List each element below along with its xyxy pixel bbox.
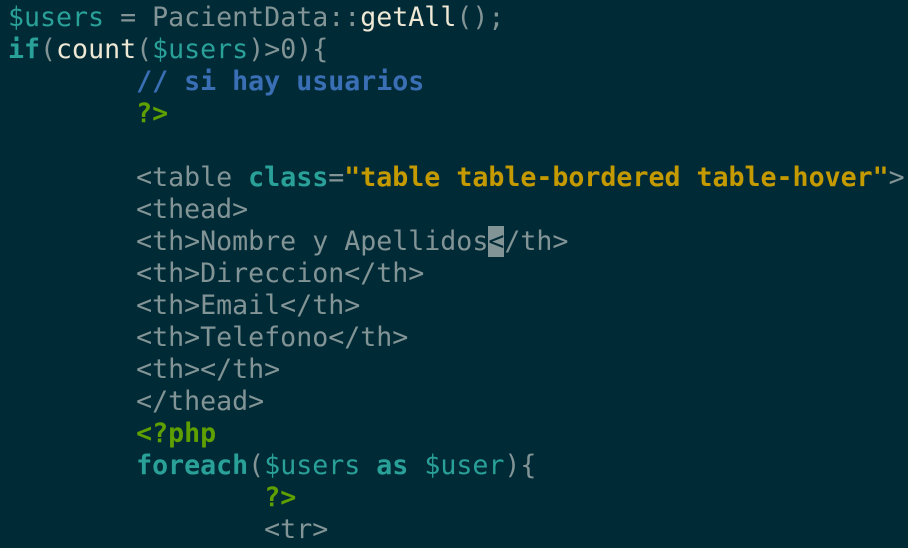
code-token: = PacientData::: [104, 2, 361, 33]
code-line[interactable]: </thead>: [8, 386, 905, 418]
code-token: )>0){: [248, 34, 329, 65]
code-token: as: [376, 450, 409, 481]
code-line[interactable]: // si hay usuarios: [8, 66, 905, 98]
code-line[interactable]: <th>Direccion</th>: [8, 258, 905, 290]
code-line[interactable]: <th></th>: [8, 354, 905, 386]
code-editor[interactable]: $users = PacientData::getAll(); if(count(…: [8, 2, 905, 546]
code-token: ?>: [136, 98, 169, 129]
code-token: if: [8, 34, 41, 65]
code-line[interactable]: <th>Nombre y Apellidos</th>: [8, 226, 905, 258]
code-token: $users: [152, 34, 249, 65]
code-token: class: [248, 162, 329, 193]
code-token: <th>Direccion</th>: [8, 258, 425, 289]
code-token: <tr>: [8, 514, 329, 545]
code-token: count: [56, 34, 137, 65]
code-token: <th>Nombre y Apellidos: [8, 226, 489, 257]
code-token: <th></th>: [8, 354, 281, 385]
code-token: </thead>: [8, 386, 265, 417]
code-token: foreach: [136, 450, 249, 481]
code-token: <?php: [136, 418, 217, 449]
code-token: >: [888, 162, 905, 193]
code-line[interactable]: $users = PacientData::getAll();: [8, 2, 905, 34]
code-token: getAll: [360, 2, 457, 33]
code-line[interactable]: <thead>: [8, 194, 905, 226]
code-line[interactable]: ?>: [8, 482, 905, 514]
code-token: (: [136, 34, 153, 65]
code-line[interactable]: <th>Email</th>: [8, 290, 905, 322]
text-cursor: <: [488, 226, 505, 257]
code-line[interactable]: <th>Telefono</th>: [8, 322, 905, 354]
code-token: $user: [424, 450, 505, 481]
code-line[interactable]: foreach($users as $user){: [8, 450, 905, 482]
code-token: (: [40, 34, 57, 65]
code-line[interactable]: ?>: [8, 98, 905, 130]
code-token: <th>Email</th>: [8, 290, 361, 321]
code-line[interactable]: if(count($users)>0){: [8, 34, 905, 66]
code-token: <thead>: [8, 194, 249, 225]
code-token: /th>: [504, 226, 569, 257]
code-token: $users: [8, 2, 105, 33]
code-line[interactable]: [8, 130, 905, 162]
code-token: $users: [264, 450, 361, 481]
code-line[interactable]: <?php: [8, 418, 905, 450]
code-token: ();: [456, 2, 505, 33]
code-token: =: [328, 162, 345, 193]
code-token: // si hay usuarios: [136, 66, 425, 97]
code-token: ){: [504, 450, 537, 481]
code-token: ?>: [264, 482, 297, 513]
code-line[interactable]: <table class="table table-bordered table…: [8, 162, 905, 194]
code-token: "table table-bordered table-hover": [344, 162, 889, 193]
code-token: <table: [8, 162, 249, 193]
code-token: (: [248, 450, 265, 481]
code-line[interactable]: <tr>: [8, 514, 905, 546]
code-token: <th>Telefono</th>: [8, 322, 409, 353]
